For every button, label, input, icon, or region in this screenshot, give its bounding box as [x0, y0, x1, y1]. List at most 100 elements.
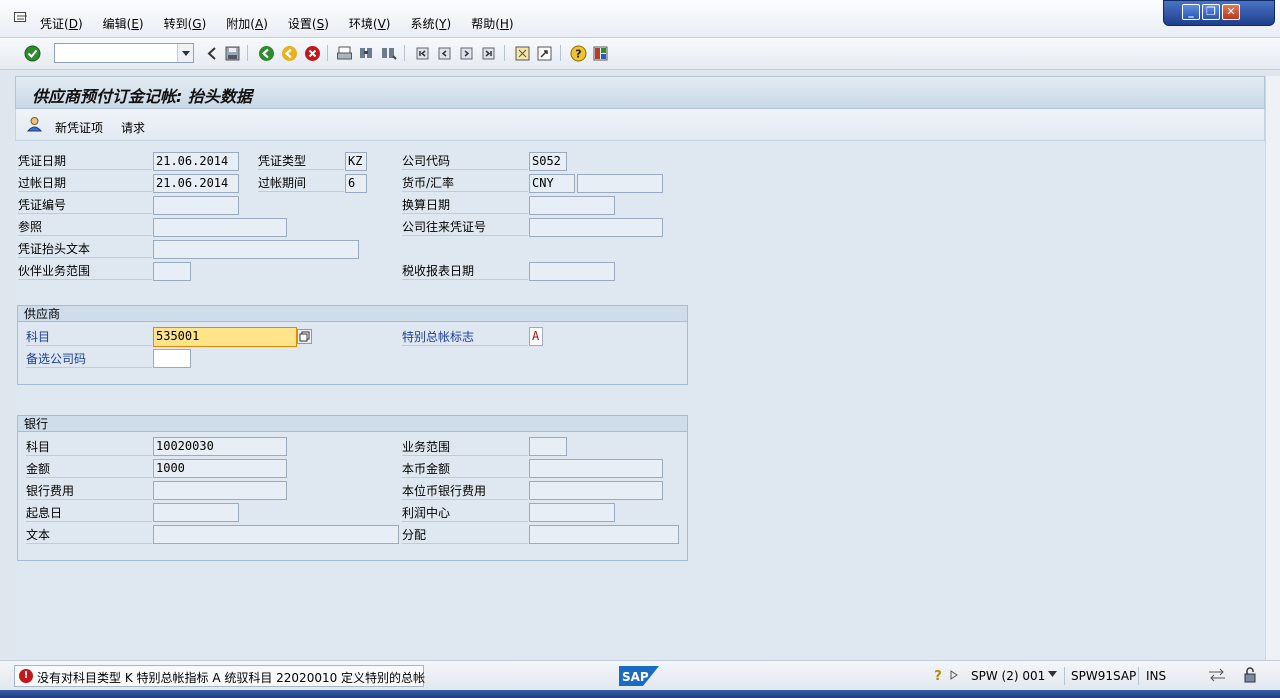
- menu-system[interactable]: 系统(Y): [410, 15, 451, 32]
- menu-list: 凭证(D) 编辑(E) 转到(G) 附加(A) 设置(S) 环境(V) 系统(Y…: [40, 15, 534, 32]
- right-edge-panel: [1265, 76, 1280, 660]
- menu-settings[interactable]: 设置(S): [288, 15, 329, 32]
- doc-type-label: 凭证类型: [258, 152, 344, 170]
- lock-icon[interactable]: [1242, 667, 1258, 683]
- header-text-label: 凭证抬头文本: [18, 240, 152, 258]
- menu-environment[interactable]: 环境(V): [349, 15, 391, 32]
- partner-ba-field[interactable]: [153, 262, 191, 281]
- translation-date-label: 换算日期: [402, 196, 528, 214]
- posting-date-label: 过帐日期: [18, 174, 152, 192]
- search-help-icon[interactable]: [297, 329, 312, 344]
- doc-date-label: 凭证日期: [18, 152, 152, 170]
- expand-arrow-icon[interactable]: [950, 670, 958, 680]
- menu-bar: 凭证(D) 编辑(E) 转到(G) 附加(A) 设置(S) 环境(V) 系统(Y…: [0, 0, 1280, 38]
- profit-center-label: 利润中心: [402, 504, 528, 522]
- back-arrow-icon[interactable]: [204, 45, 221, 62]
- menu-edit[interactable]: 编辑(E): [103, 15, 144, 32]
- status-message[interactable]: ! 没有对科目类型 K 特别总帐指标 A 统驭科目 22020010 定义特别的…: [14, 665, 426, 687]
- menu-icon[interactable]: [14, 12, 28, 24]
- company-code-label: 公司代码: [402, 152, 528, 170]
- menu-goto[interactable]: 转到(G): [164, 15, 207, 32]
- exit-icon[interactable]: [281, 45, 298, 62]
- alt-company-code-label: 备选公司码: [26, 350, 152, 368]
- find-icon[interactable]: [358, 45, 375, 62]
- amount-field[interactable]: 1000: [153, 459, 287, 478]
- help-icon[interactable]: ?: [570, 45, 587, 62]
- shortcut-icon[interactable]: [536, 45, 553, 62]
- profit-center-field[interactable]: [529, 503, 615, 522]
- screen-title-bar: 供应商预付订金记帐: 抬头数据: [15, 76, 1265, 109]
- reference-field[interactable]: [153, 218, 287, 237]
- period-field[interactable]: 6: [345, 174, 367, 193]
- translation-date-field[interactable]: [529, 196, 615, 215]
- next-page-icon[interactable]: [458, 45, 475, 62]
- last-page-icon[interactable]: [480, 45, 497, 62]
- new-item-button[interactable]: 新凭证项: [55, 119, 103, 136]
- alt-company-code-field[interactable]: [153, 349, 191, 368]
- menu-document[interactable]: 凭证(D): [40, 15, 83, 32]
- new-item-icon[interactable]: [26, 116, 43, 133]
- menu-help[interactable]: 帮助(H): [471, 15, 513, 32]
- bank-group-title: 银行: [24, 417, 49, 431]
- request-button[interactable]: 请求: [121, 119, 145, 136]
- value-date-label: 起息日: [26, 504, 152, 522]
- system-dropdown-icon[interactable]: [1048, 671, 1057, 677]
- local-bank-charges-field[interactable]: [529, 481, 663, 500]
- posting-date-field[interactable]: 21.06.2014: [153, 174, 239, 193]
- insert-mode: INS: [1146, 669, 1167, 683]
- restore-icon[interactable]: ❐: [1202, 4, 1220, 20]
- command-field[interactable]: [54, 43, 194, 63]
- error-icon: !: [19, 669, 33, 683]
- window-controls: _ ❐ ✕: [1163, 0, 1275, 26]
- business-area-field[interactable]: [529, 437, 567, 456]
- value-date-field[interactable]: [153, 503, 239, 522]
- bank-account-field[interactable]: 10020030: [153, 437, 287, 456]
- header-text-field[interactable]: [153, 240, 359, 259]
- first-page-icon[interactable]: [414, 45, 431, 62]
- back-icon[interactable]: [258, 45, 275, 62]
- intercompany-field[interactable]: [529, 218, 663, 237]
- tax-date-field[interactable]: [529, 262, 615, 281]
- bank-charges-field[interactable]: [153, 481, 287, 500]
- previous-page-icon[interactable]: [436, 45, 453, 62]
- find-next-icon[interactable]: [380, 45, 397, 62]
- doc-date-field[interactable]: 21.06.2014: [153, 152, 239, 171]
- taskbar-strip: [0, 690, 1280, 698]
- assignment-label: 分配: [402, 526, 528, 544]
- company-code-field[interactable]: S052: [529, 152, 567, 171]
- close-icon[interactable]: ✕: [1222, 4, 1240, 20]
- application-toolbar: 新凭证项 请求: [15, 109, 1265, 141]
- bank-text-field[interactable]: [153, 525, 399, 544]
- local-amount-field[interactable]: [529, 459, 663, 478]
- doc-number-label: 凭证编号: [18, 196, 152, 214]
- svg-text:?: ?: [934, 669, 942, 682]
- cancel-icon[interactable]: [304, 45, 321, 62]
- chevron-down-icon[interactable]: [177, 44, 193, 62]
- special-gl-field[interactable]: A: [529, 327, 543, 346]
- partner-ba-label: 伙伴业务范围: [18, 262, 152, 280]
- connection-icon: [1209, 668, 1225, 682]
- bank-charges-label: 银行费用: [26, 482, 152, 500]
- local-amount-label: 本币金额: [402, 460, 528, 478]
- assignment-field[interactable]: [529, 525, 679, 544]
- bank-text-label: 文本: [26, 526, 152, 544]
- svg-text:SAP: SAP: [622, 670, 649, 684]
- currency-field[interactable]: CNY: [529, 174, 575, 193]
- info-icon[interactable]: ?: [932, 668, 944, 682]
- exchange-rate-field[interactable]: [577, 174, 663, 193]
- vendor-account-label: 科目: [26, 328, 152, 346]
- vendor-group-header: 供应商: [18, 306, 687, 322]
- status-message-text: 没有对科目类型 K 特别总帐指标 A 统驭科目 22020010 定义特别的总帐: [37, 671, 426, 685]
- vendor-account-field[interactable]: 535001: [153, 327, 297, 347]
- menu-extras[interactable]: 附加(A): [226, 15, 268, 32]
- status-separator: [1064, 667, 1065, 685]
- doc-type-field[interactable]: KZ: [345, 152, 367, 171]
- save-icon[interactable]: [224, 45, 241, 62]
- layout-menu-icon[interactable]: [592, 45, 609, 62]
- doc-number-field[interactable]: [153, 196, 239, 215]
- minimize-icon[interactable]: _: [1182, 4, 1200, 20]
- bank-account-label: 科目: [26, 438, 152, 456]
- enter-icon[interactable]: [24, 45, 41, 62]
- new-session-icon[interactable]: [514, 45, 531, 62]
- print-icon[interactable]: [336, 45, 353, 62]
